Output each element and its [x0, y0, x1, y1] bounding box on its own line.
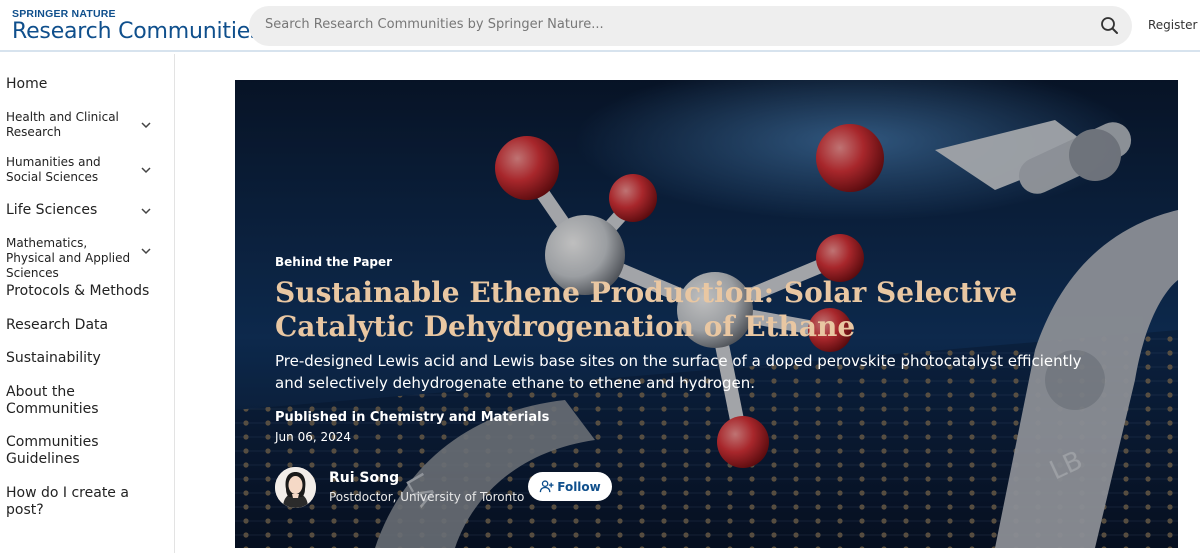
search-input[interactable]: Search Research Communities by Springer … [265, 17, 604, 32]
sidebar-item-about[interactable]: About the Communities [6, 384, 116, 418]
avatar[interactable] [275, 467, 316, 508]
site-logo[interactable]: SPRINGER NATURE Research Communities [12, 8, 262, 45]
sidebar-item-protocols[interactable]: Protocols & Methods [6, 283, 166, 300]
brand-title: Research Communities [12, 19, 262, 44]
sidebar-item-research-data[interactable]: Research Data [6, 317, 166, 334]
sidebar-item-label: How do I create a post? [6, 485, 129, 518]
published-in: Published in Chemistry and Materials [275, 410, 549, 425]
chevron-down-icon[interactable] [140, 205, 152, 217]
chevron-down-icon[interactable] [140, 119, 152, 131]
sidebar-item-label: Humanities and Social Sciences [6, 155, 101, 184]
sidebar-item-home[interactable]: Home [6, 76, 166, 93]
follow-button[interactable]: Follow [528, 472, 612, 501]
sidebar-item-humanities-social[interactable]: Humanities and Social Sciences [6, 155, 166, 185]
sidebar-item-label: Home [6, 76, 48, 92]
user-plus-icon [539, 480, 554, 493]
sidebar-item-label: Communities Guidelines [6, 434, 99, 467]
post-category: Behind the Paper [275, 255, 393, 269]
sidebar-item-label: Health and Clinical Research [6, 110, 119, 139]
sidebar-nav: Home Health and Clinical Research Humani… [0, 54, 175, 553]
top-header: SPRINGER NATURE Research Communities Sea… [0, 0, 1200, 52]
post-summary: Pre-designed Lewis acid and Lewis base s… [275, 352, 1082, 392]
sidebar-item-label: Protocols & Methods [6, 283, 150, 299]
chevron-down-icon[interactable] [140, 164, 152, 176]
featured-post-hero[interactable]: LA LB Behind the Paper Sustainable Ethen… [235, 80, 1178, 548]
sidebar-item-guidelines[interactable]: Communities Guidelines [6, 434, 116, 468]
sidebar-item-create-post[interactable]: How do I create a post? [6, 485, 166, 519]
sidebar-item-math-physical[interactable]: Mathematics, Physical and Applied Scienc… [6, 236, 166, 280]
search-bar[interactable]: Search Research Communities by Springer … [249, 6, 1132, 46]
sidebar-item-label: Mathematics, Physical and Applied Scienc… [6, 236, 131, 280]
sidebar-item-sustainability[interactable]: Sustainability [6, 350, 166, 367]
chevron-down-icon[interactable] [140, 245, 152, 257]
post-date: Jun 06, 2024 [275, 430, 352, 444]
follow-label: Follow [557, 479, 601, 494]
author-name[interactable]: Rui Song [329, 470, 399, 486]
post-title[interactable]: Sustainable Ethene Production: Solar Sel… [275, 276, 1095, 344]
published-prefix: Published in [275, 410, 370, 425]
register-link[interactable]: Register [1148, 18, 1197, 32]
sidebar-item-label: Sustainability [6, 350, 101, 366]
search-icon[interactable] [1098, 14, 1122, 38]
sidebar-item-label: Research Data [6, 317, 109, 333]
sidebar-item-label: About the Communities [6, 384, 99, 417]
sidebar-item-life-sciences[interactable]: Life Sciences [6, 202, 166, 220]
community-link[interactable]: Chemistry and Materials [370, 410, 549, 425]
author-role: Postdoctor, University of Toronto [329, 490, 525, 504]
sidebar-item-health-clinical[interactable]: Health and Clinical Research [6, 110, 166, 140]
